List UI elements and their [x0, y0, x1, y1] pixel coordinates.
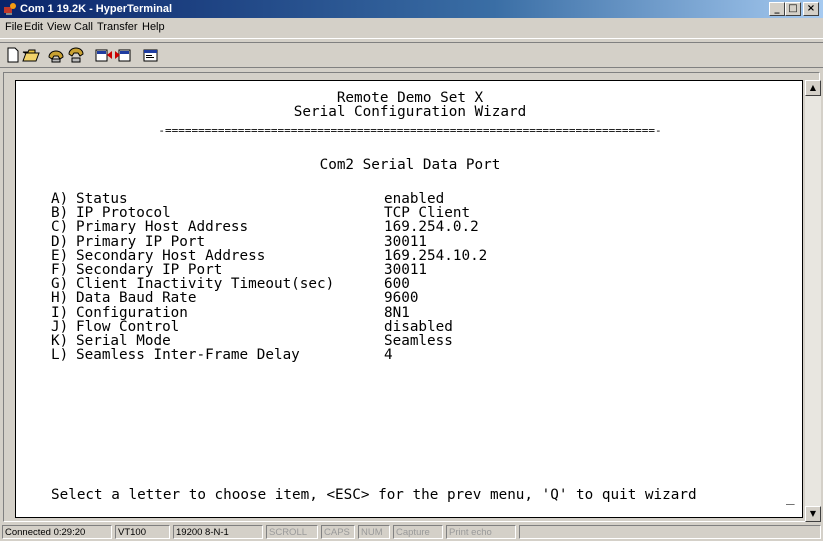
menu-transfer[interactable]: Transfer: [97, 21, 138, 33]
toolbar: [0, 42, 823, 68]
menu-item-label: Data Baud Rate: [76, 290, 197, 307]
window-title: Com 1 19.2K - HyperTerminal: [20, 3, 173, 15]
terminal-cursor: _: [786, 489, 795, 505]
menu-item-key: G): [51, 276, 69, 293]
menu-item-value: 169.254.0.2: [384, 219, 479, 236]
menu-item-label: Primary IP Port: [76, 233, 206, 250]
disconnect-icon[interactable]: [66, 46, 86, 64]
terminal-separator: -=======================================…: [158, 124, 662, 137]
menu-item-label: Configuration: [76, 304, 188, 321]
menu-item-key: L): [51, 347, 69, 364]
scroll-up-button[interactable]: ▲: [805, 80, 821, 96]
menu-edit[interactable]: Edit: [24, 21, 43, 33]
menu-item-key: C): [51, 219, 69, 236]
menu-item-label: IP Protocol: [76, 205, 171, 222]
menu-call[interactable]: Call: [74, 21, 93, 33]
send-icon[interactable]: [94, 46, 114, 64]
new-icon[interactable]: [3, 46, 23, 64]
menu-item-label: Client Inactivity Timeout(sec): [76, 276, 335, 293]
menu-item-key: K): [51, 333, 69, 349]
menu-item-key: E): [51, 247, 69, 264]
menu-item-key: F): [51, 262, 69, 278]
maximize-icon: □: [788, 3, 798, 14]
menu-item-value: 600: [384, 276, 410, 293]
status-emulation: VT100: [115, 525, 170, 539]
menu-item-value: 4: [384, 347, 393, 364]
title-bar: Com 1 19.2K - HyperTerminal _ □ ×: [0, 0, 823, 18]
status-caps: CAPS: [321, 525, 355, 539]
status-bar: Connected 0:29:20 VT100 19200 8-N-1 SCRO…: [0, 523, 823, 541]
connect-icon[interactable]: [46, 46, 66, 64]
scroll-down-button[interactable]: ▼: [805, 506, 821, 522]
terminal-section-title: Com2 Serial Data Port: [319, 157, 501, 173]
close-icon: ×: [806, 3, 816, 14]
status-scroll: SCROLL: [266, 525, 318, 539]
menu-item-label: Secondary IP Port: [76, 262, 223, 278]
menu-item-key: B): [51, 205, 69, 222]
menu-item-value: TCP Client: [384, 205, 471, 222]
status-print-echo: Print echo: [446, 525, 516, 539]
status-num: NUM: [358, 525, 390, 539]
terminal-prompt: Select a letter to choose item, <ESC> fo…: [51, 487, 697, 503]
vertical-scrollbar[interactable]: ▲ ▼: [805, 80, 821, 522]
status-connected: Connected 0:29:20: [2, 525, 112, 539]
menu-item-value: disabled: [384, 318, 453, 335]
menu-file[interactable]: File: [5, 21, 23, 33]
menu-item-key: D): [51, 233, 69, 250]
status-port-settings: 19200 8-N-1: [173, 525, 263, 539]
menu-item-key: I): [51, 304, 69, 321]
terminal-header-subtitle: Serial Configuration Wizard: [293, 104, 527, 120]
menu-view[interactable]: View: [47, 21, 71, 33]
minimize-button[interactable]: _: [769, 2, 785, 16]
menu-item-value: 8N1: [384, 304, 410, 321]
receive-icon[interactable]: [113, 46, 133, 64]
menu-item-label: Flow Control: [76, 318, 180, 335]
close-button[interactable]: ×: [803, 2, 819, 16]
menu-bar: File Edit View Call Transfer Help: [0, 18, 823, 39]
scroll-down-icon: ▼: [809, 509, 817, 518]
menu-item-label: Secondary Host Address: [76, 247, 266, 264]
scroll-up-icon: ▲: [809, 83, 817, 92]
hyperterminal-icon: [4, 3, 16, 15]
terminal-header-title: Remote Demo Set X: [336, 90, 484, 106]
properties-icon[interactable]: [141, 46, 161, 64]
status-capture: Capture: [393, 525, 443, 539]
menu-item-label: Primary Host Address: [76, 219, 249, 236]
menu-item-value: 9600: [384, 290, 419, 307]
terminal-screen[interactable]: Remote Demo Set X Serial Configuration W…: [15, 80, 803, 518]
menu-item-label: Status: [76, 191, 128, 207]
minimize-icon: _: [774, 3, 780, 14]
menu-help[interactable]: Help: [142, 21, 165, 33]
menu-item-value: enabled: [384, 191, 445, 207]
menu-item-value: 30011: [384, 262, 428, 278]
menu-item-key: H): [51, 290, 69, 307]
menu-item-value: Seamless: [384, 333, 453, 349]
menu-item-value: 30011: [384, 233, 428, 250]
menu-item-label: Serial Mode: [76, 333, 171, 349]
maximize-button[interactable]: □: [785, 2, 801, 16]
open-icon[interactable]: [21, 46, 41, 64]
menu-item-value: 169.254.10.2: [384, 247, 488, 264]
menu-item-label: Seamless Inter-Frame Delay: [76, 347, 300, 364]
menu-item-key: A): [51, 191, 69, 207]
menu-item-key: J): [51, 318, 69, 335]
status-empty-panel: [519, 525, 821, 539]
